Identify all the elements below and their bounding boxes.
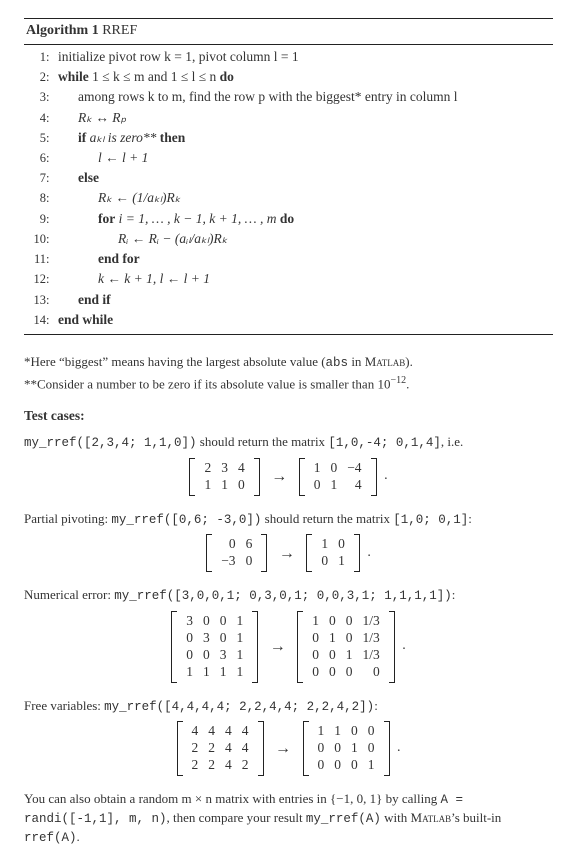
algorithm-title: Algorithm 1 RREF bbox=[24, 19, 553, 45]
test-case-1: my_rref([2,3,4; 1,1,0]) should return th… bbox=[24, 433, 553, 452]
matrix-row-2: 06−30 → 1001 . bbox=[24, 534, 553, 572]
algorithm-name: RREF bbox=[102, 23, 137, 38]
algo-line-5: if aₖₗ is zero** then bbox=[54, 129, 185, 147]
algorithm-box: Algorithm 1 RREF 1:initialize pivot row … bbox=[24, 18, 553, 335]
matrix-row-4: 444422442242 → 110000100001 . bbox=[24, 721, 553, 776]
test-case-3: Numerical error: my_rref([3,0,0,1; 0,3,0… bbox=[24, 586, 553, 605]
test-cases-heading: Test cases: bbox=[24, 407, 553, 425]
test-case-4: Free variables: my_rref([4,4,4,4; 2,2,4,… bbox=[24, 697, 553, 716]
matrix-row-1: 234110 → 10−4014 . bbox=[24, 458, 553, 496]
algo-line-6: l ← l + 1 bbox=[54, 149, 148, 167]
footnotes: *Here “biggest” means having the largest… bbox=[24, 353, 553, 393]
algo-line-2: while 1 ≤ k ≤ m and 1 ≤ l ≤ n do bbox=[54, 68, 234, 86]
footnote-star: *Here “biggest” means having the largest… bbox=[24, 353, 553, 372]
footnote-double-star: **Consider a number to be zero if its ab… bbox=[24, 374, 553, 393]
algo-line-3: among rows k to m, find the row p with t… bbox=[54, 88, 457, 106]
final-paragraph: You can also obtain a random m × n matri… bbox=[24, 790, 553, 847]
algo-line-4: Rₖ ↔ Rₚ bbox=[54, 109, 126, 127]
algo-line-13: end if bbox=[54, 291, 111, 309]
algo-line-14: end while bbox=[54, 311, 113, 329]
algorithm-body: 1:initialize pivot row k = 1, pivot colu… bbox=[24, 45, 553, 334]
algo-line-8: Rₖ ← (1/aₖₗ)Rₖ bbox=[54, 189, 180, 207]
algo-line-7: else bbox=[54, 169, 99, 187]
test-case-2: Partial pivoting: my_rref([0,6; -3,0]) s… bbox=[24, 510, 553, 529]
algo-line-11: end for bbox=[54, 250, 140, 268]
algo-line-10: Rᵢ ← Rᵢ − (aᵢₗ/aₖₗ)Rₖ bbox=[54, 230, 227, 248]
algorithm-number: Algorithm 1 bbox=[26, 23, 99, 38]
matrix-row-3: 3001030100311111 → 1001/30101/30011/3000… bbox=[24, 611, 553, 683]
algo-line-9: for i = 1, … , k − 1, k + 1, … , m do bbox=[54, 210, 294, 228]
algo-line-12: k ← k + 1, l ← l + 1 bbox=[54, 270, 210, 288]
algo-line-1: initialize pivot row k = 1, pivot column… bbox=[54, 48, 299, 66]
